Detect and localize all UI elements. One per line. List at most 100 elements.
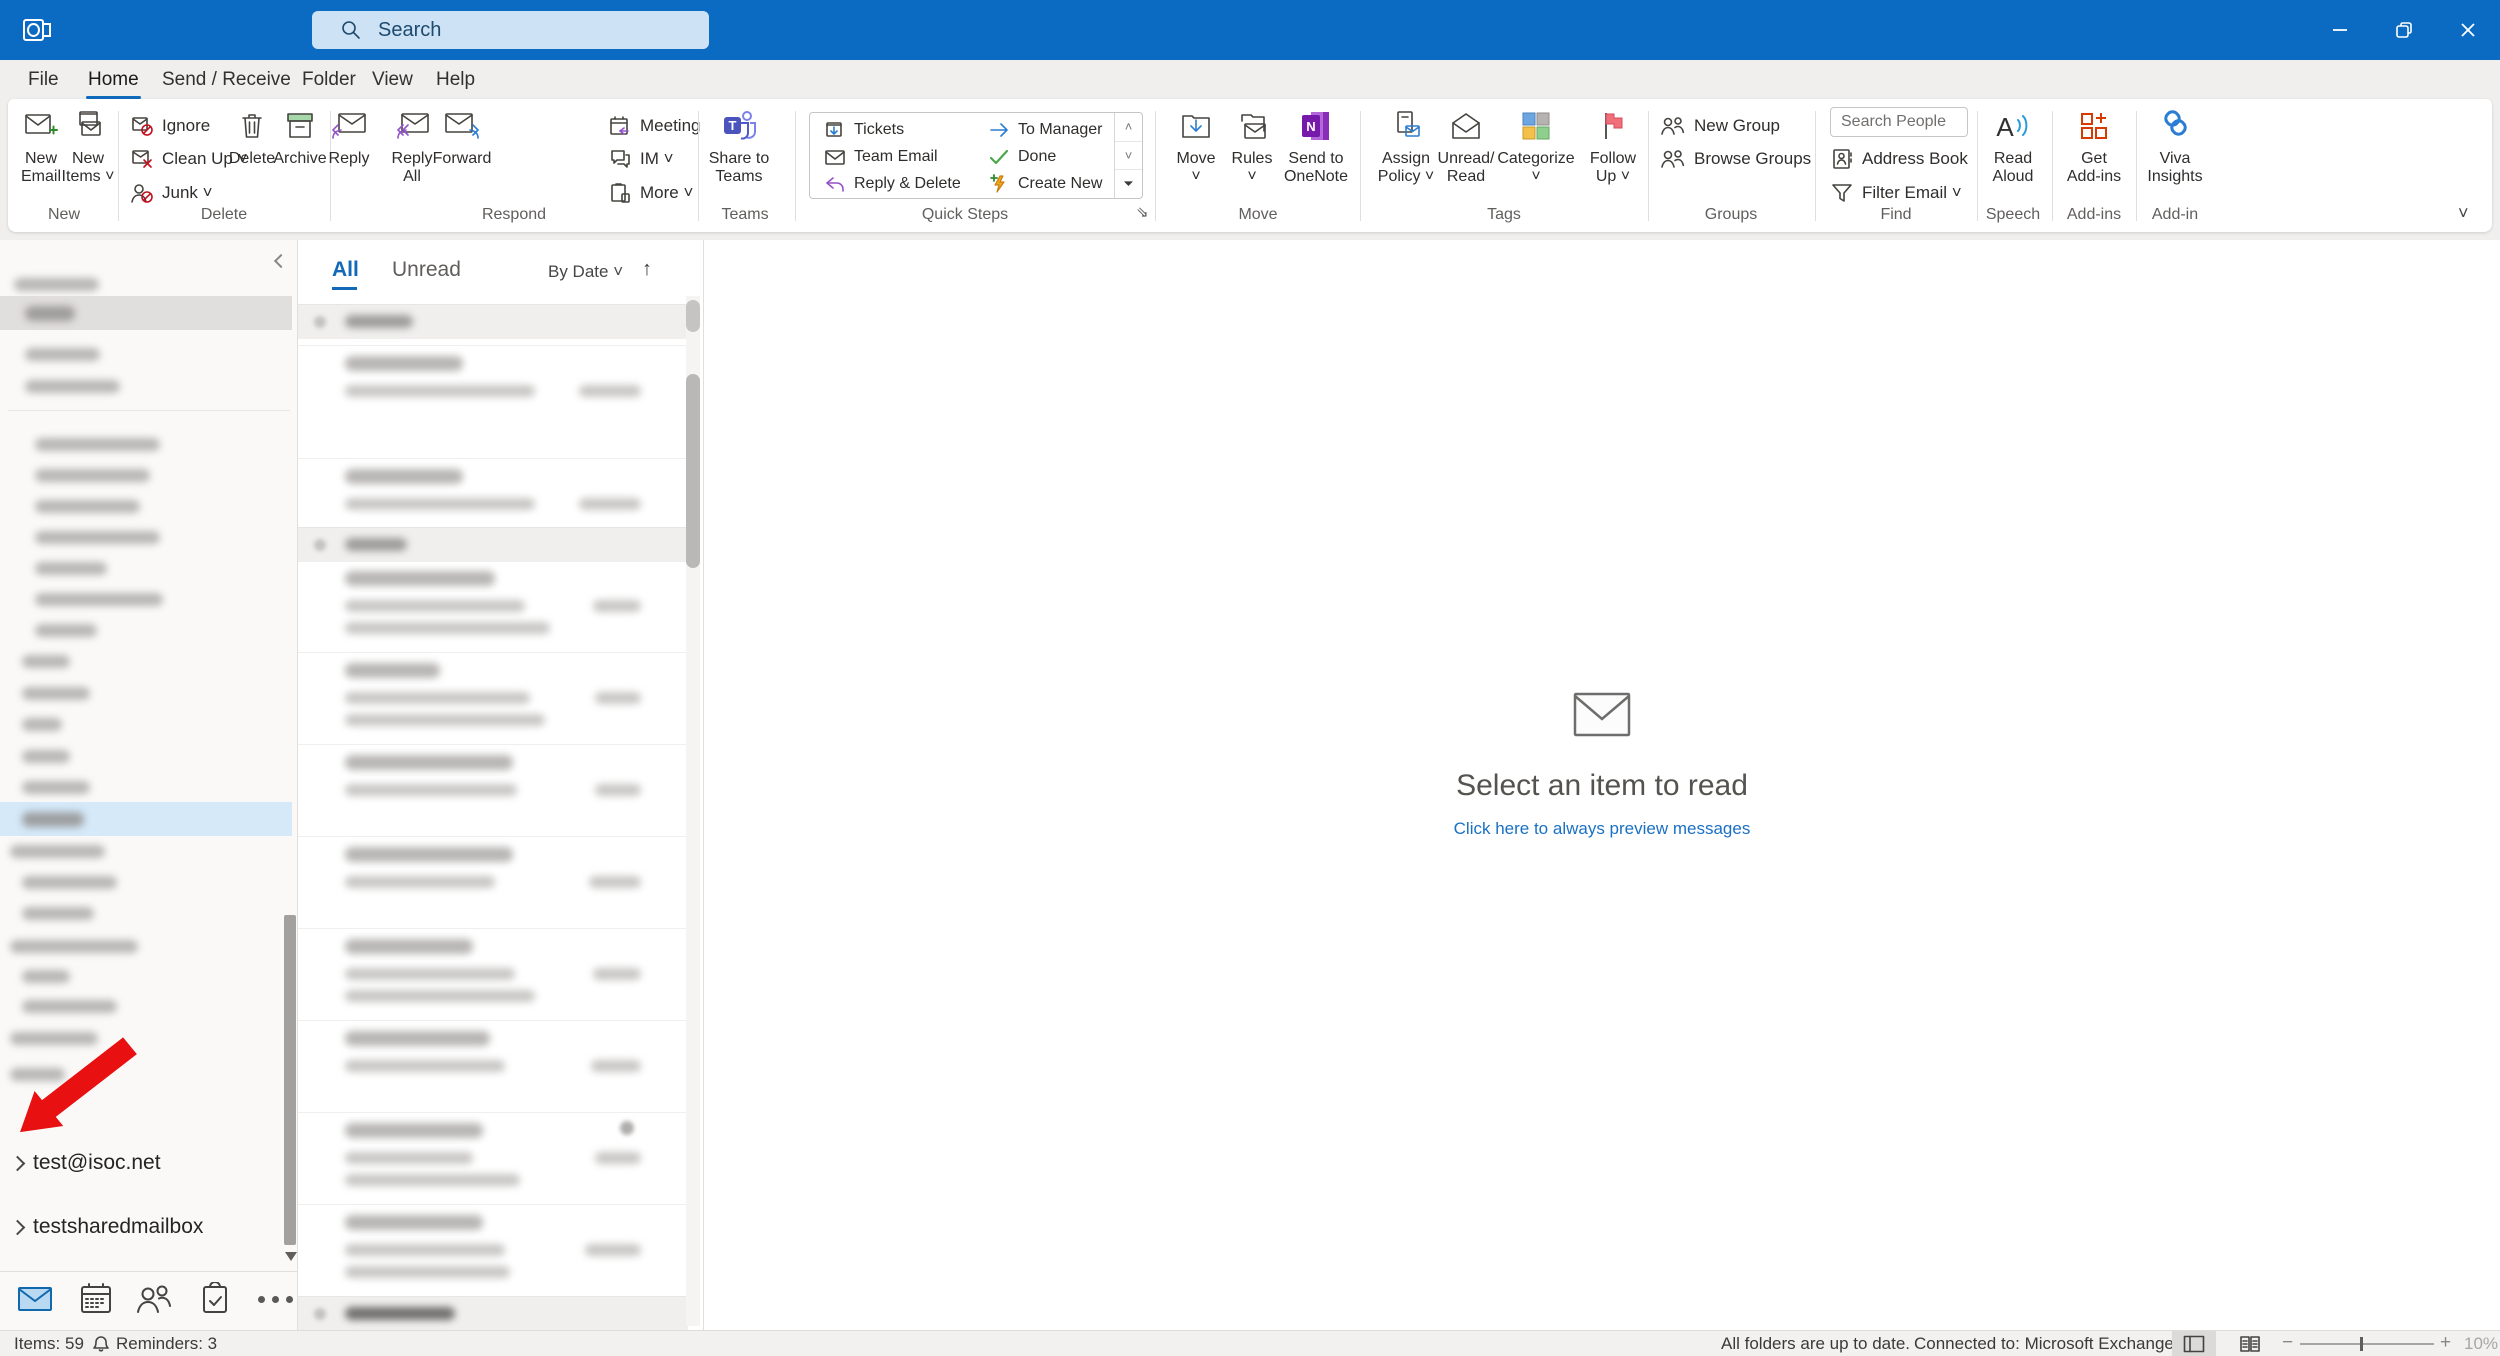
tab-file[interactable]: File — [24, 60, 63, 99]
new-group-button[interactable]: New Group — [1660, 111, 1780, 141]
minimize-button[interactable] — [2308, 0, 2372, 60]
chevron-right-icon[interactable] — [9, 1155, 26, 1172]
nav-mail-icon[interactable] — [16, 1282, 54, 1321]
chevron-right-icon[interactable] — [9, 1219, 26, 1236]
tab-folder[interactable]: Folder — [298, 60, 360, 99]
list-tab-unread[interactable]: Unread — [392, 258, 461, 282]
nav-calendar-icon[interactable] — [78, 1282, 114, 1321]
search-people-input[interactable] — [1839, 112, 1961, 132]
minimize-folder-pane-icon[interactable] — [273, 253, 289, 269]
sidebar-folder-redacted[interactable] — [35, 438, 160, 451]
nav-people-icon[interactable] — [135, 1282, 173, 1321]
quick-steps-overflow-icon[interactable]: ⏷ — [1115, 170, 1142, 198]
new-items-button[interactable]: New Items ˅ — [60, 107, 116, 187]
collapse-ribbon-icon[interactable]: ˅ — [2458, 203, 2469, 224]
list-scrollbar-top[interactable] — [686, 300, 700, 332]
sidebar-folder-redacted[interactable] — [35, 593, 163, 606]
sidebar-folder-redacted[interactable] — [35, 562, 107, 575]
message-row-redacted[interactable] — [298, 928, 688, 1019]
message-row-redacted[interactable] — [298, 652, 688, 743]
quick-step-reply-delete[interactable]: Reply & Delete — [824, 171, 961, 197]
message-group-header[interactable] — [298, 1296, 688, 1331]
unread-read-button[interactable]: Unread/ Read — [1438, 107, 1494, 187]
sidebar-folder-redacted[interactable] — [22, 812, 84, 827]
close-button[interactable] — [2436, 0, 2500, 60]
items-count[interactable]: Items: 59 — [14, 1334, 84, 1354]
filter-email-button[interactable]: Filter Email ˅ — [1830, 178, 1962, 208]
meeting-button[interactable]: Meeting — [608, 111, 700, 141]
list-scrollbar-thumb[interactable] — [686, 374, 700, 568]
sidebar-folder-redacted[interactable] — [25, 380, 120, 393]
quick-steps-scroll-up-icon[interactable]: ˄ — [1115, 113, 1142, 142]
normal-view-button[interactable] — [2172, 1331, 2216, 1356]
restore-button[interactable] — [2372, 0, 2436, 60]
sidebar-folder-redacted[interactable] — [25, 348, 100, 361]
message-row-redacted[interactable] — [298, 836, 688, 927]
archive-button[interactable]: Archive — [272, 107, 328, 168]
sidebar-folder-redacted[interactable] — [14, 278, 99, 291]
im-button[interactable]: IM ˅ — [608, 144, 674, 174]
sidebar-folder-redacted[interactable] — [35, 500, 140, 513]
categorize-button[interactable]: Categorize ˅ — [1497, 107, 1575, 187]
sidebar-folder-redacted[interactable] — [22, 750, 70, 763]
search-people-box[interactable] — [1830, 107, 1968, 137]
send-to-onenote-button[interactable]: N Send to OneNote — [1284, 107, 1348, 187]
quick-step-done[interactable]: Done — [988, 144, 1056, 170]
message-row-redacted[interactable] — [298, 744, 688, 835]
always-preview-link[interactable]: Click here to always preview messages — [704, 819, 2500, 839]
zoom-level[interactable]: 10% — [2464, 1334, 2498, 1354]
quick-step-create-new[interactable]: Create New — [988, 171, 1102, 197]
sidebar-folder-redacted[interactable] — [35, 624, 97, 637]
ignore-button[interactable]: Ignore — [130, 111, 210, 141]
reply-button[interactable]: Reply — [321, 107, 377, 168]
account-testsharedmailbox[interactable]: testsharedmailbox — [9, 1212, 203, 1242]
sidebar-folder-redacted[interactable] — [22, 1000, 117, 1013]
sidebar-folder-redacted[interactable] — [35, 469, 150, 482]
quick-step-team-email[interactable]: Team Email — [824, 144, 938, 170]
account-test-isoc[interactable]: test@isoc.net — [9, 1148, 161, 1178]
sidebar-scrollbar-thumb[interactable] — [284, 915, 296, 1245]
list-tab-all[interactable]: All — [332, 258, 359, 290]
get-addins-button[interactable]: Get Add-ins — [2066, 107, 2122, 187]
sidebar-folder-redacted[interactable] — [35, 531, 160, 544]
message-row-redacted[interactable] — [298, 1204, 688, 1295]
share-to-teams-button[interactable]: T Share to Teams — [707, 107, 771, 187]
sidebar-scroll-down-icon[interactable] — [285, 1252, 297, 1261]
quick-steps-scroll[interactable]: ˄ ˅ ⏷ — [1114, 113, 1142, 198]
quick-steps-scroll-down-icon[interactable]: ˅ — [1115, 142, 1142, 171]
quick-step-to-manager[interactable]: To Manager — [988, 117, 1103, 143]
sort-direction-icon[interactable]: ↑ — [642, 258, 652, 281]
search-bar[interactable] — [312, 11, 709, 49]
browse-groups-button[interactable]: Browse Groups — [1660, 144, 1811, 174]
nav-more-icon[interactable] — [258, 1296, 293, 1303]
message-row-redacted[interactable] — [298, 1020, 688, 1111]
reply-all-button[interactable]: Reply All — [384, 107, 440, 187]
sidebar-folder-redacted[interactable] — [22, 655, 70, 668]
quick-steps-dialog-launcher-icon[interactable]: ⇘ — [1136, 203, 1149, 221]
zoom-slider[interactable] — [2300, 1343, 2434, 1345]
tab-home[interactable]: Home — [84, 60, 143, 99]
move-button[interactable]: Move ˅ — [1168, 107, 1224, 187]
message-row-redacted[interactable] — [298, 560, 688, 651]
sidebar-folder-redacted[interactable] — [22, 718, 62, 731]
reminders-count[interactable]: Reminders: 3 — [116, 1334, 217, 1354]
zoom-in-button[interactable]: + — [2440, 1332, 2451, 1354]
tab-view[interactable]: View — [368, 60, 417, 99]
assign-policy-button[interactable]: Assign Policy ˅ — [1374, 107, 1438, 187]
sidebar-folder-redacted[interactable] — [22, 876, 117, 889]
sidebar-folder-redacted[interactable] — [22, 781, 90, 794]
message-row-redacted[interactable] — [298, 345, 688, 436]
sidebar-folder-redacted[interactable] — [22, 907, 94, 920]
message-group-header[interactable] — [298, 527, 688, 562]
more-respond-button[interactable]: More ˅ — [608, 178, 693, 208]
reading-view-button[interactable] — [2228, 1331, 2272, 1356]
sidebar-folder-redacted[interactable] — [22, 687, 90, 700]
junk-button[interactable]: Junk ˅ — [130, 178, 213, 208]
rules-button[interactable]: Rules ˅ — [1224, 107, 1280, 187]
tab-help[interactable]: Help — [432, 60, 479, 99]
zoom-out-button[interactable]: − — [2282, 1332, 2293, 1354]
follow-up-button[interactable]: Follow Up ˅ — [1585, 107, 1641, 187]
sidebar-folder-redacted[interactable] — [25, 306, 75, 321]
sidebar-folder-redacted[interactable] — [10, 940, 138, 953]
sort-by-date-dropdown[interactable]: By Date ˅ — [548, 262, 623, 282]
